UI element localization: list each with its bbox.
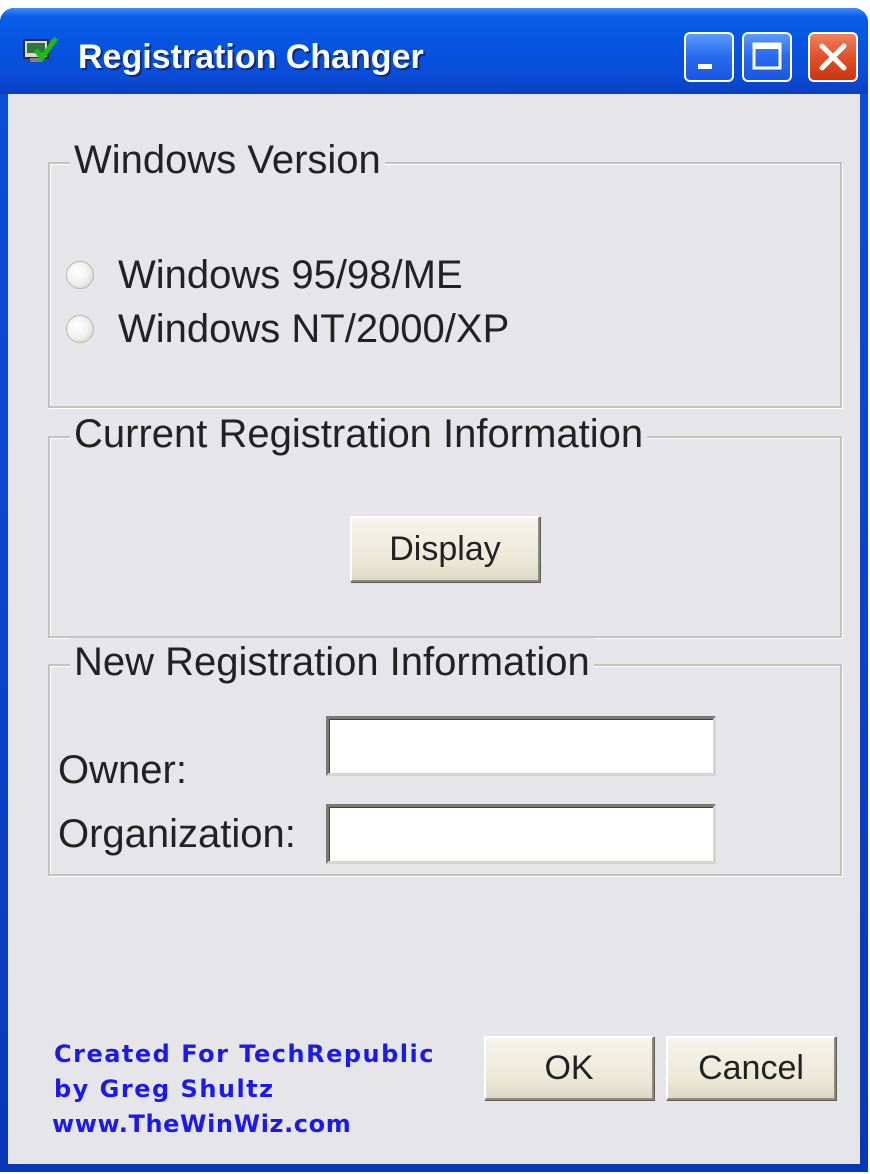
organization-field[interactable] — [326, 804, 716, 864]
ok-button[interactable]: OK — [484, 1036, 654, 1100]
credit-line-3: www.TheWinWiz.com — [52, 1110, 352, 1138]
new-registration-label: New Registration Information — [70, 638, 594, 686]
credit-line-2: by Greg Shultz — [54, 1075, 275, 1103]
credit-line-1: Created For TechRepublic — [54, 1040, 435, 1068]
minimize-button[interactable] — [684, 32, 734, 82]
radio-label: Windows 95/98/ME — [118, 252, 463, 297]
maximize-button[interactable] — [742, 32, 792, 82]
registration-changer-window: Registration Changer Windows Version Win… — [0, 8, 868, 1172]
new-registration-group: New Registration Information Owner: Orga… — [48, 638, 842, 876]
radio-option-winnt[interactable]: Windows NT/2000/XP — [66, 306, 509, 352]
owner-field[interactable] — [326, 716, 716, 776]
radio-button[interactable] — [66, 261, 94, 289]
radio-button[interactable] — [66, 315, 94, 343]
title-bar[interactable]: Registration Changer — [0, 8, 868, 94]
close-icon — [819, 43, 847, 71]
close-button[interactable] — [808, 32, 858, 82]
window-title: Registration Changer — [78, 38, 424, 76]
current-registration-label: Current Registration Information — [70, 410, 648, 458]
organization-label: Organization: — [58, 812, 296, 856]
dialog-client-area: Windows Version Windows 95/98/ME Windows… — [8, 94, 860, 1164]
display-button[interactable]: Display — [350, 516, 540, 582]
radio-option-win9x[interactable]: Windows 95/98/ME — [66, 252, 463, 298]
windows-version-group: Windows Version Windows 95/98/ME Windows… — [48, 136, 842, 408]
maximize-icon — [752, 42, 782, 70]
minimize-icon — [698, 64, 712, 69]
owner-label: Owner: — [58, 748, 187, 792]
windows-version-label: Windows Version — [70, 136, 385, 184]
app-icon — [23, 36, 58, 63]
radio-label: Windows NT/2000/XP — [118, 306, 510, 351]
cancel-button[interactable]: Cancel — [666, 1036, 836, 1100]
current-registration-group: Current Registration Information Display — [48, 410, 842, 638]
